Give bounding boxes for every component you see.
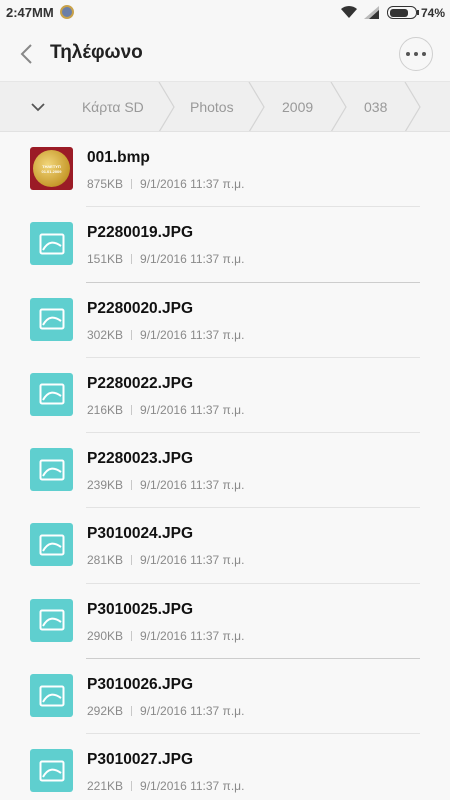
file-row[interactable]: P2280023.JPG 239KB 9/1/2016 11:37 π.μ. — [0, 433, 450, 509]
battery-percent: 74% — [421, 6, 446, 20]
file-size: 151KB — [87, 252, 124, 267]
file-meta: 875KB 9/1/2016 11:37 π.μ. — [87, 177, 244, 191]
file-name: P2280019.JPG — [87, 224, 194, 242]
breadcrumb-item-photos[interactable]: Photos — [190, 99, 234, 115]
breadcrumb-separator-icon — [158, 82, 175, 131]
file-meta: 302KB 9/1/2016 11:37 π.μ. — [87, 328, 244, 342]
file-row[interactable]: P3010027.JPG 221KB 9/1/2016 11:37 π.μ. — [0, 734, 450, 800]
file-row[interactable]: ΤΗΛΕΤΥΠ 01.01.2009 001.bmp 875KB 9/1/2016… — [0, 132, 450, 208]
dot-icon — [406, 52, 410, 56]
file-row[interactable]: P3010025.JPG 290KB 9/1/2016 11:37 π.μ. — [0, 584, 450, 660]
file-row[interactable]: P2280020.JPG 302KB 9/1/2016 11:37 π.μ. — [0, 283, 450, 358]
file-date: 9/1/2016 11:37 π.μ. — [140, 553, 245, 568]
status-bar: 2:47MM 74% — [0, 0, 450, 26]
file-date: 9/1/2016 11:37 π.μ. — [140, 478, 245, 493]
breadcrumb-separator-icon — [248, 82, 265, 131]
meta-divider — [131, 706, 133, 717]
file-row[interactable]: P2280019.JPG 151KB 9/1/2016 11:37 π.μ. — [0, 207, 450, 283]
battery-level — [389, 8, 408, 17]
notification-icon — [60, 5, 74, 19]
file-date: 9/1/2016 11:37 π.μ. — [140, 252, 245, 267]
chevron-down-icon[interactable] — [28, 98, 48, 116]
file-row[interactable]: P3010026.JPG 292KB 9/1/2016 11:37 π.μ. — [0, 659, 450, 735]
file-size: 281KB — [87, 553, 124, 568]
file-size: 221KB — [87, 779, 124, 794]
page-title: Τηλέφωνο — [50, 42, 143, 63]
breadcrumb-item-2009[interactable]: 2009 — [282, 99, 313, 115]
meta-divider — [131, 555, 133, 566]
file-date: 9/1/2016 11:37 π.μ. — [140, 704, 245, 719]
file-meta: 151KB 9/1/2016 11:37 π.μ. — [87, 252, 244, 266]
more-options-button[interactable] — [399, 37, 433, 71]
image-file-icon — [30, 523, 73, 567]
file-meta: 216KB 9/1/2016 11:37 π.μ. — [87, 403, 244, 417]
file-size: 875KB — [87, 177, 124, 191]
file-date: 9/1/2016 11:37 π.μ. — [140, 628, 245, 643]
status-time: 2:47MM — [6, 5, 54, 20]
breadcrumb-separator-icon — [404, 82, 421, 131]
image-file-icon — [30, 749, 73, 793]
breadcrumb-item-sd-card[interactable]: Κάρτα SD — [82, 99, 144, 115]
file-size: 290KB — [87, 628, 124, 643]
bmp-thumbnail-icon: ΤΗΛΕΤΥΠ 01.01.2009 — [30, 147, 73, 190]
file-name: P3010027.JPG — [87, 751, 194, 769]
dot-icon — [422, 52, 426, 56]
file-name: P3010025.JPG — [87, 600, 194, 618]
meta-divider — [131, 329, 133, 340]
breadcrumb: Κάρτα SD Photos 2009 038 — [0, 82, 450, 132]
image-file-icon — [30, 297, 73, 341]
file-name: P3010026.JPG — [87, 676, 194, 694]
app-header: Τηλέφωνο — [0, 26, 450, 82]
file-size: 216KB — [87, 402, 124, 417]
file-meta: 281KB 9/1/2016 11:37 π.μ. — [87, 553, 244, 567]
breadcrumb-separator-icon — [330, 82, 347, 131]
file-size: 292KB — [87, 704, 124, 719]
file-row[interactable]: P3010024.JPG 281KB 9/1/2016 11:37 π.μ. — [0, 508, 450, 584]
file-row[interactable]: P2280022.JPG 216KB 9/1/2016 11:37 π.μ. — [0, 358, 450, 434]
coin-image: ΤΗΛΕΤΥΠ 01.01.2009 — [33, 150, 70, 187]
file-date: 9/1/2016 11:37 π.μ. — [140, 779, 245, 794]
image-file-icon — [30, 222, 73, 266]
image-file-icon — [30, 598, 73, 642]
breadcrumb-item-038[interactable]: 038 — [364, 99, 387, 115]
file-meta: 221KB 9/1/2016 11:37 π.μ. — [87, 779, 244, 793]
file-date: 9/1/2016 11:37 π.μ. — [140, 402, 245, 417]
signal-icon — [364, 6, 379, 19]
back-arrow-icon[interactable] — [16, 42, 38, 66]
file-name: 001.bmp — [87, 149, 150, 166]
meta-divider — [131, 254, 133, 265]
thumbnail-text: 01.01.2009 — [41, 168, 62, 174]
file-meta: 239KB 9/1/2016 11:37 π.μ. — [87, 478, 244, 492]
image-file-icon — [30, 448, 73, 492]
file-size: 302KB — [87, 327, 124, 342]
meta-divider — [131, 480, 133, 491]
file-name: P2280023.JPG — [87, 450, 194, 468]
file-meta: 292KB 9/1/2016 11:37 π.μ. — [87, 704, 244, 718]
meta-divider — [131, 630, 133, 641]
file-name: P2280020.JPG — [87, 299, 194, 317]
battery-nub — [417, 10, 419, 15]
file-meta: 290KB 9/1/2016 11:37 π.μ. — [87, 629, 244, 643]
dot-icon — [414, 52, 418, 56]
wifi-icon — [341, 5, 357, 18]
file-date: 9/1/2016 11:37 π.μ. — [140, 327, 245, 342]
image-file-icon — [30, 372, 73, 416]
battery-icon — [387, 6, 417, 19]
file-name: P2280022.JPG — [87, 374, 194, 392]
file-list: ΤΗΛΕΤΥΠ 01.01.2009 001.bmp 875KB 9/1/2016… — [0, 132, 450, 800]
meta-divider — [131, 404, 133, 415]
meta-divider — [131, 179, 133, 189]
image-file-icon — [30, 674, 73, 718]
file-date: 9/1/2016 11:37 π.μ. — [140, 177, 245, 191]
file-name: P3010024.JPG — [87, 525, 194, 543]
meta-divider — [131, 781, 133, 792]
file-size: 239KB — [87, 478, 124, 493]
